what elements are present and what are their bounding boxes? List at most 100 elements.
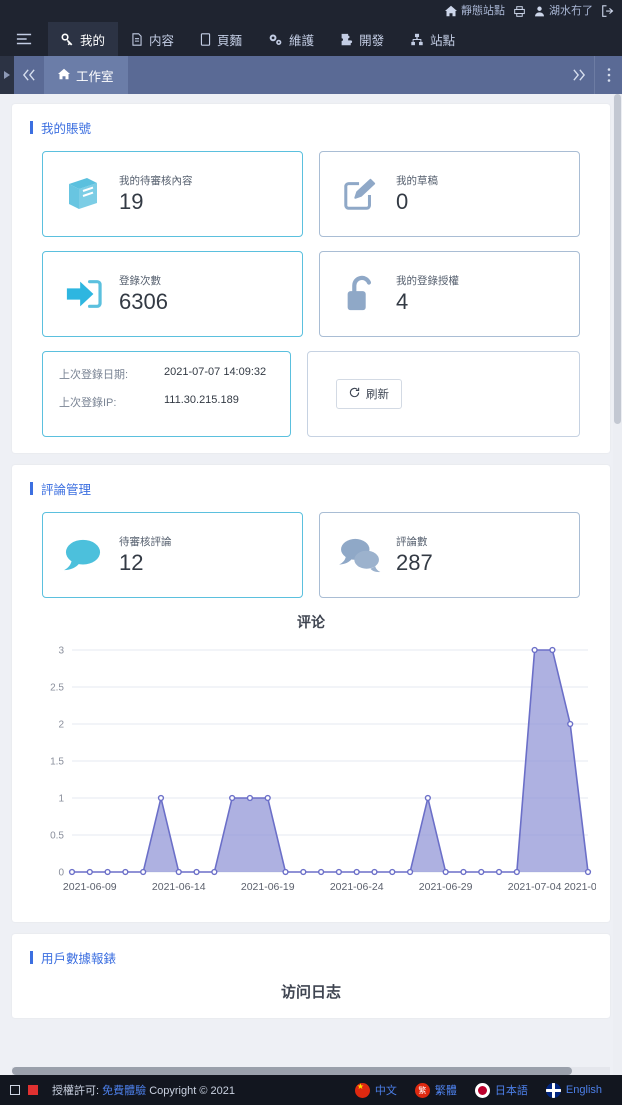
window-restore-icon[interactable] [10,1085,20,1095]
comments-icon [338,537,382,573]
top-navigation-bar: 靜態站點 湖水冇了 我的 内容 頁麵 維護 開發 站點 [0,0,622,56]
comment-chart[interactable]: 0 0.5 1 1.5 2 2.5 3 2021-06-09 2021-06-14 2021-06… [12,636,610,906]
svg-text:1: 1 [58,794,64,805]
sidebar-toggle-icon[interactable] [0,56,14,94]
logout-icon[interactable] [602,5,614,17]
nav-item-site[interactable]: 站點 [397,22,468,56]
flag-traditional-icon: 繁 [414,1082,430,1098]
puzzle-icon [340,33,353,46]
last-login-date-label: 上次登錄日期: [59,369,129,381]
account-panel: 我的賬號 我的待審核內容 19 我的草稿 0 登錄次數 6306 我的登錄授權 … [12,104,610,453]
file-icon [131,32,143,46]
comment-panel-title: 評論管理 [30,479,610,498]
account-card-row-1: 我的待審核內容 19 我的草稿 0 [12,151,610,237]
account-card-row-2: 登錄次數 6306 我的登錄授權 4 [12,251,610,337]
horizontal-scrollbar-thumb[interactable] [12,1067,572,1075]
last-login-info-card: 上次登錄日期: 2021-07-07 14:09:32 上次登錄IP: 111.… [42,351,291,437]
svg-text:2.5: 2.5 [50,683,64,694]
lang-label: 中文 [374,1085,397,1097]
lang-switch-tw[interactable]: 繁 繁體 [414,1082,457,1098]
svg-text:1.5: 1.5 [50,757,64,768]
stat-text: 待審核評論 12 [119,534,172,575]
account-card-row-3: 上次登錄日期: 2021-07-07 14:09:32 上次登錄IP: 111.… [12,351,610,437]
svg-text:2021-06-09: 2021-06-09 [63,881,117,893]
lang-label: 日本語 [494,1085,528,1097]
stat-text: 我的待審核內容 19 [119,173,193,214]
flag-japan-icon [474,1082,490,1098]
nav-item-page[interactable]: 頁麵 [187,22,255,56]
static-site-link[interactable]: 靜態站點 [445,5,505,17]
pencil-square-icon [338,176,382,212]
stat-label: 待審核評論 [119,536,172,549]
unlock-icon [338,275,382,313]
stat-value: 12 [119,550,144,576]
svg-text:2021-06-29: 2021-06-29 [419,881,473,893]
stat-card-my-drafts[interactable]: 我的草稿 0 [319,151,580,237]
sign-in-icon [61,276,105,312]
comment-chart-svg: 0 0.5 1 1.5 2 2.5 3 2021-06-09 2021-06-14 2021-06… [50,646,596,894]
footer-bar: 授權許可: 免費體驗 Copyright © 2021 中文 繁 繁體 日本語 … [0,1075,622,1105]
last-login-date-value: 2021-07-07 14:09:32 [164,366,267,378]
lang-switch-ja[interactable]: 日本語 [474,1082,528,1098]
comment-panel: 評論管理 待審核評論 12 評論數 287 评论 0 0.5 1 1.5 2 2… [12,465,610,922]
tab-workspace[interactable]: 工作室 [44,56,128,94]
lang-switch-en[interactable]: English [545,1082,602,1098]
user-menu[interactable]: 湖水冇了 [534,5,593,17]
stat-card-pending-comments[interactable]: 待審核評論 12 [42,512,303,598]
copyright-label: Copyright © 2021 [149,1085,235,1097]
stat-label: 評論數 [396,536,428,549]
nav-item-development[interactable]: 開發 [327,22,397,56]
lang-label: English [565,1084,602,1096]
svg-text:2021-07-0: 2021-07-0 [564,881,596,893]
flag-uk-icon [545,1082,561,1098]
stat-text: 我的登錄授權 4 [396,273,459,314]
page-icon [200,32,211,46]
nav-item-mine[interactable]: 我的 [48,22,119,56]
stat-card-comment-total[interactable]: 評論數 287 [319,512,580,598]
home-icon [58,68,70,83]
print-icon[interactable] [514,5,525,17]
gears-icon [268,33,283,46]
vertical-scrollbar[interactable] [613,94,622,1075]
nav-item-content[interactable]: 内容 [118,22,187,56]
license-text: 授權許可: 免費體驗 Copyright © 2021 [52,1082,235,1098]
stat-text: 我的草稿 0 [396,173,438,214]
comment-icon [61,537,105,573]
last-login-ip-label: 上次登錄IP: [59,397,117,409]
svg-text:2: 2 [58,720,64,731]
svg-text:2021-06-24: 2021-06-24 [330,881,384,893]
stat-label: 我的登錄授權 [396,275,459,288]
stat-card-pending-content[interactable]: 我的待審核內容 19 [42,151,303,237]
stat-card-login-auth[interactable]: 我的登錄授權 4 [319,251,580,337]
vertical-dots-icon[interactable] [594,56,622,94]
horizontal-scrollbar[interactable] [12,1067,610,1075]
tabs-scroll-left-button[interactable] [14,56,44,94]
refresh-button[interactable]: 刷新 [336,379,402,409]
key-icon [61,32,74,46]
stat-card-login-count[interactable]: 登錄次數 6306 [42,251,303,337]
nav-label: 開發 [359,33,385,48]
stat-value: 19 [119,189,144,215]
license-value: 免費體驗 [102,1085,147,1097]
refresh-icon [349,387,360,401]
home-icon [445,5,457,17]
svg-text:2021-06-19: 2021-06-19 [241,881,295,893]
menu-icon[interactable] [0,22,48,56]
stat-label: 我的待審核內容 [119,175,193,188]
nav-label: 我的 [80,33,106,48]
license-label: 授權許可: [52,1085,100,1097]
vertical-scrollbar-thumb[interactable] [614,94,621,424]
comment-card-row: 待審核評論 12 評論數 287 [12,512,610,598]
tabs-scroll-right-button[interactable] [564,56,594,94]
stat-value: 287 [396,550,433,576]
report-panel: 用戶數據報錶 访问日志 [12,934,610,1018]
nav-label: 維護 [289,33,315,48]
static-site-label: 靜態站點 [461,4,505,17]
window-close-icon[interactable] [28,1085,38,1095]
nav-item-maintenance[interactable]: 維護 [255,22,327,56]
lang-switch-zh[interactable]: 中文 [354,1082,397,1098]
svg-text:3: 3 [58,646,64,657]
tab-bar-spacer [128,56,564,94]
main-menu: 我的 内容 頁麵 維護 開發 站點 [0,22,622,56]
stat-value: 6306 [119,289,168,315]
